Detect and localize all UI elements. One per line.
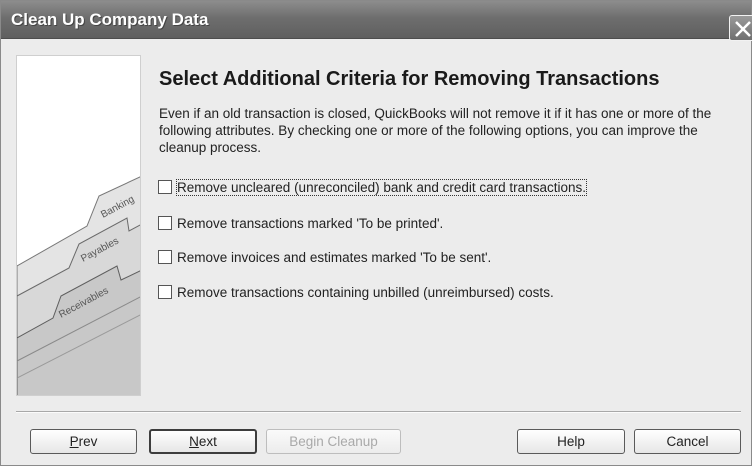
option-remove-uncleared[interactable]: Remove uncleared (unreconciled) bank and… <box>158 178 587 196</box>
window-title: Clean Up Company Data <box>11 10 209 29</box>
option-remove-to-be-sent[interactable]: Remove invoices and estimates marked 'To… <box>158 248 491 266</box>
next-button[interactable]: Next <box>149 429 257 454</box>
remove-to-be-sent-label[interactable]: Remove invoices and estimates marked 'To… <box>177 250 491 265</box>
begin-cleanup-button[interactable]: Begin Cleanup <box>266 429 401 454</box>
remove-to-be-printed-checkbox[interactable] <box>158 216 172 230</box>
remove-uncleared-checkbox[interactable] <box>158 180 172 194</box>
title-bar[interactable]: Clean Up Company Data <box>1 1 752 41</box>
prev-button[interactable]: Prev <box>30 429 137 454</box>
close-button[interactable] <box>729 15 752 41</box>
remove-to-be-sent-checkbox[interactable] <box>158 250 172 264</box>
option-remove-unbilled-costs[interactable]: Remove transactions containing unbilled … <box>158 283 554 301</box>
close-icon <box>735 21 751 37</box>
remove-uncleared-label[interactable]: Remove uncleared (unreconciled) bank and… <box>176 178 587 196</box>
option-remove-to-be-printed[interactable]: Remove transactions marked 'To be printe… <box>158 214 443 232</box>
cancel-button[interactable]: Cancel <box>634 429 741 454</box>
file-folders-image: Banking Payables Receivables <box>17 176 140 395</box>
page-heading: Select Additional Criteria for Removing … <box>159 68 660 90</box>
remove-to-be-printed-label[interactable]: Remove transactions marked 'To be printe… <box>177 216 443 231</box>
remove-unbilled-costs-checkbox[interactable] <box>158 285 172 299</box>
clean-up-dialog: Clean Up Company Data Banking Payables R… <box>0 0 752 466</box>
folders-illustration: Banking Payables Receivables <box>16 55 141 396</box>
remove-unbilled-costs-label[interactable]: Remove transactions containing unbilled … <box>177 285 554 300</box>
help-button[interactable]: Help <box>517 429 625 454</box>
footer-divider <box>16 411 741 413</box>
page-description: Even if an old transaction is closed, Qu… <box>159 106 712 155</box>
